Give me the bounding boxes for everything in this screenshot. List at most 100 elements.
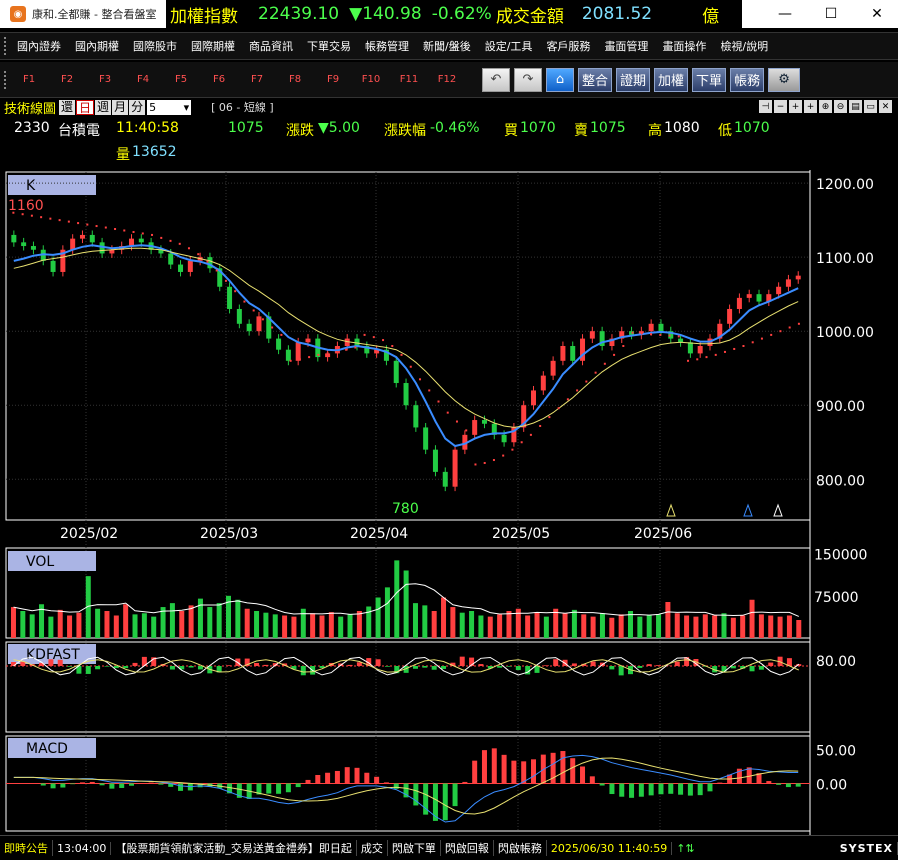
volume-bar <box>356 611 362 638</box>
menu-item-9[interactable]: 客戶服務 <box>539 38 597 54</box>
sar-dot <box>224 279 227 282</box>
sar-dot <box>557 407 560 410</box>
sar-dot <box>668 334 671 337</box>
candle-body <box>452 449 458 487</box>
fkey-f12[interactable]: F12 <box>428 74 466 85</box>
chart-tool-7[interactable]: ▭ <box>864 100 877 113</box>
fkey-f1[interactable]: F1 <box>10 74 48 85</box>
close-button[interactable]: ✕ <box>854 0 898 28</box>
change-value: ▼5.00 <box>318 120 360 136</box>
volume-bar <box>328 612 334 638</box>
chart-tool-8[interactable]: ✕ <box>879 100 892 113</box>
sar-dot <box>308 356 311 359</box>
quick-button-1[interactable]: 證期 <box>616 67 651 92</box>
fkey-f2[interactable]: F2 <box>48 74 86 85</box>
menu-item-7[interactable]: 新聞/盤後 <box>416 38 478 54</box>
status-bar: 即時公告 13:04:00 【股票期貨領航家活動_交易送黃金禮券】即日起 成交閃… <box>0 835 898 860</box>
sar-dot <box>566 398 569 401</box>
menu-item-3[interactable]: 國際期權 <box>184 38 242 54</box>
x-tick-label: 2025/03 <box>200 526 258 542</box>
kd-bar <box>356 662 362 666</box>
chart-tool-2[interactable]: + <box>789 100 802 113</box>
technical-chart[interactable]: 2025/02 2025/03 2025/04 2025/05 2025/06 K VOL K… <box>0 170 898 835</box>
chart-tool-1[interactable]: − <box>774 100 787 113</box>
candle-body <box>227 286 233 309</box>
menu-item-8[interactable]: 設定/工具 <box>478 38 540 54</box>
kd-bar <box>300 666 306 676</box>
macd-bar <box>785 783 791 788</box>
panel-title: MACD <box>26 741 68 757</box>
period-tab-2[interactable]: 週 <box>95 99 112 115</box>
fkey-f6[interactable]: F6 <box>200 74 238 85</box>
maximize-button[interactable]: ☐ <box>808 0 854 28</box>
minute-interval-select[interactable]: 5 ▾ <box>147 99 192 115</box>
sar-dot <box>363 333 366 336</box>
volume-bar <box>562 613 568 638</box>
quick-button-2[interactable]: 加權 <box>654 67 689 92</box>
candle-body <box>648 323 654 332</box>
announcement-label[interactable]: 即時公告 <box>0 840 53 856</box>
fkey-f8[interactable]: F8 <box>276 74 314 85</box>
chart-tool-4[interactable]: ⊕ <box>819 100 832 113</box>
menu-item-1[interactable]: 國內期權 <box>68 38 126 54</box>
quick-button-3[interactable]: 下單 <box>692 67 727 92</box>
chart-canvas[interactable]: 2025/02 2025/03 2025/04 2025/05 2025/06KVOLK… <box>0 170 898 835</box>
settings-gear-icon[interactable]: ⚙ <box>768 67 801 92</box>
candle-body <box>570 346 576 361</box>
home-icon[interactable]: ⌂ <box>546 67 574 92</box>
candle-body <box>560 346 566 361</box>
status-link-0[interactable]: 成交 <box>357 840 388 856</box>
quick-button-4[interactable]: 帳務 <box>730 67 765 92</box>
menu-item-2[interactable]: 國際股市 <box>126 38 184 54</box>
menu-item-12[interactable]: 檢視/說明 <box>713 38 775 54</box>
period-tab-0[interactable]: 還 <box>59 99 76 115</box>
candle-body <box>187 260 193 272</box>
menu-item-11[interactable]: 畫面操作 <box>655 38 713 54</box>
menu-item-6[interactable]: 帳務管理 <box>358 38 416 54</box>
fkey-f4[interactable]: F4 <box>124 74 162 85</box>
menu-item-4[interactable]: 商品資訊 <box>242 38 300 54</box>
volume-bar <box>478 615 484 638</box>
quick-button-0[interactable]: 整合 <box>578 67 613 92</box>
redo-icon[interactable]: ↷ <box>514 67 542 92</box>
chart-tool-3[interactable]: + <box>804 100 817 113</box>
stock-name: 台積電 <box>58 123 100 139</box>
candle-body <box>246 323 252 332</box>
sar-dot <box>354 346 357 349</box>
period-tab-3[interactable]: 月 <box>112 99 129 115</box>
sar-dot <box>261 318 264 321</box>
announcement-text[interactable]: 【股票期貨領航家活動_交易送黃金禮券】即日起 <box>111 840 357 856</box>
macd-bar <box>560 751 566 784</box>
macd-bar <box>60 783 66 788</box>
status-link-1[interactable]: 閃啟下單 <box>388 840 441 856</box>
fkey-f3[interactable]: F3 <box>86 74 124 85</box>
period-tab-4[interactable]: 分 <box>129 99 146 115</box>
fkey-f9[interactable]: F9 <box>314 74 352 85</box>
menu-item-0[interactable]: 國內證券 <box>10 38 68 54</box>
sar-dot <box>640 332 643 335</box>
high-label: 高 <box>648 123 662 139</box>
status-link-3[interactable]: 閃啟帳務 <box>494 840 547 856</box>
fkey-f5[interactable]: F5 <box>162 74 200 85</box>
menu-item-10[interactable]: 畫面管理 <box>597 38 655 54</box>
macd-bar <box>70 783 76 785</box>
menu-item-5[interactable]: 下單交易 <box>300 38 358 54</box>
chart-tool-5[interactable]: ⊖ <box>834 100 847 113</box>
undo-icon[interactable]: ↶ <box>482 67 510 92</box>
volume-bar <box>571 609 577 638</box>
period-tab-1[interactable]: 日 <box>76 99 95 115</box>
volume-bar <box>441 597 447 638</box>
minimize-button[interactable]: — <box>762 0 808 28</box>
sar-dot <box>548 416 551 419</box>
kd-bar <box>637 666 643 668</box>
fkey-f10[interactable]: F10 <box>352 74 390 85</box>
fkey-f7[interactable]: F7 <box>238 74 276 85</box>
index-pct: -0.62% <box>431 4 492 24</box>
chart-tool-0[interactable]: ⊣ <box>759 100 772 113</box>
status-link-2[interactable]: 閃啟回報 <box>441 840 494 856</box>
sar-dot <box>465 429 468 432</box>
fkey-f11[interactable]: F11 <box>390 74 428 85</box>
chart-tool-6[interactable]: ▤ <box>849 100 862 113</box>
minute-interval-value: 5 <box>149 100 157 114</box>
sar-dot <box>271 326 274 329</box>
